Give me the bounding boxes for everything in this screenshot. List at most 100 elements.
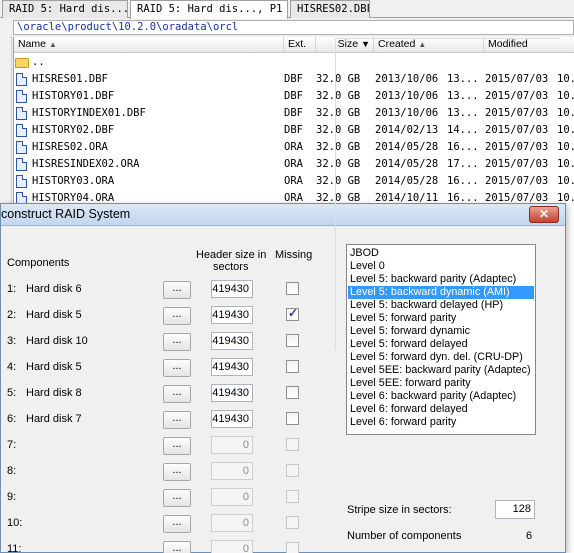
folder-icon: [15, 58, 29, 68]
missing-checkbox[interactable]: [286, 334, 299, 347]
tab-label: HISRES02.DBF: [297, 3, 370, 15]
browse-disk-button[interactable]: ...: [163, 489, 191, 507]
component-disk-name: Hard disk 10: [26, 335, 88, 347]
missing-checkbox: [286, 438, 299, 451]
file-name: HISTORY03.ORA: [32, 175, 115, 187]
component-disk-name: Hard disk 8: [26, 387, 82, 399]
raid-type-option[interactable]: Level 5: backward delayed (HP): [348, 299, 534, 312]
tab-hisres02-dbf[interactable]: HISRES02.DBF: [290, 0, 370, 18]
browse-disk-button[interactable]: ...: [163, 359, 191, 377]
missing-checkbox: [286, 490, 299, 503]
file-ext: ORA: [284, 175, 303, 187]
dialog-title: construct RAID System: [1, 207, 131, 221]
missing-checkbox: [286, 542, 299, 553]
stripe-size-label: Stripe size in sectors:: [347, 504, 452, 516]
component-index: 4:: [7, 361, 17, 373]
browse-disk-button[interactable]: ...: [163, 307, 191, 325]
file-name: ..: [32, 56, 45, 68]
raid-type-option[interactable]: Level 5: backward parity (Adaptec): [348, 273, 534, 286]
raid-type-option[interactable]: Level 5EE: forward parity: [348, 377, 534, 390]
component-disk-name: Hard disk 5: [26, 361, 82, 373]
missing-label: Missing: [275, 249, 313, 261]
path-bar[interactable]: \oracle\product\10.2.0\oradata\orcl: [13, 20, 574, 35]
file-ext: ORA: [284, 158, 303, 170]
missing-checkbox[interactable]: ✓: [286, 306, 299, 321]
raid-type-option[interactable]: Level 5EE: backward parity (Adaptec): [348, 364, 534, 377]
stripe-size-input[interactable]: 128: [495, 500, 535, 519]
file-ext: DBF: [284, 73, 303, 85]
header-size-input: 0: [211, 462, 253, 480]
missing-checkbox[interactable]: [286, 360, 299, 373]
component-index: 7:: [7, 439, 17, 451]
component-disk-name: Hard disk 7: [26, 413, 82, 425]
tab-raid5-disk[interactable]: RAID 5: Hard dis...: [2, 0, 128, 18]
file-icon: [16, 73, 27, 86]
file-icon: [16, 124, 27, 137]
tab-strip: RAID 5: Hard dis... RAID 5: Hard dis...,…: [0, 0, 574, 19]
raid-type-option[interactable]: Level 6: forward parity: [348, 416, 534, 429]
components-label: Components: [7, 257, 70, 269]
component-disk-name: Hard disk 5: [26, 309, 82, 321]
file-name: HISTORY02.DBF: [32, 124, 115, 136]
header-size-input[interactable]: 419430: [211, 384, 253, 402]
file-icon: [16, 175, 27, 188]
raid-type-option[interactable]: Level 6: backward parity (Adaptec): [348, 390, 534, 403]
file-name: HISRESINDEX02.ORA: [32, 158, 140, 170]
raid-type-option[interactable]: Level 5: forward delayed: [348, 338, 534, 351]
file-icon: [16, 158, 27, 171]
column-label: Name: [18, 38, 47, 50]
header-size-label-unit: sectors: [213, 261, 249, 273]
raid-type-option[interactable]: Level 5: backward dynamic (AMI): [348, 286, 534, 299]
tab-raid5-partition[interactable]: RAID 5: Hard dis..., P1: [130, 0, 288, 19]
file-icon: [16, 141, 27, 154]
header-size-input[interactable]: 419430: [211, 332, 253, 350]
raid-type-option[interactable]: Level 5: forward dynamic: [348, 325, 534, 338]
component-index: 9:: [7, 491, 17, 503]
sort-arrow-icon: ▲: [49, 40, 57, 49]
column-label: Ext.: [288, 38, 307, 50]
number-of-components-label: Number of components: [347, 530, 462, 542]
component-index: 11:: [7, 543, 22, 553]
header-size-input: 0: [211, 436, 253, 454]
header-size-input[interactable]: 419430: [211, 410, 253, 428]
browse-disk-button[interactable]: ...: [163, 411, 191, 429]
raid-type-option[interactable]: JBOD: [348, 247, 534, 260]
browse-disk-button[interactable]: ...: [163, 437, 191, 455]
browse-disk-button[interactable]: ...: [163, 541, 191, 553]
file-icon: [16, 107, 27, 120]
file-name: HISRES01.DBF: [32, 73, 108, 85]
header-size-input[interactable]: 419430: [211, 280, 253, 298]
component-index: 6:: [7, 413, 17, 425]
tab-label: RAID 5: Hard dis...: [9, 3, 128, 15]
header-size-input[interactable]: 419430: [211, 358, 253, 376]
column-ext-header[interactable]: Ext.: [284, 37, 316, 53]
browse-disk-button[interactable]: ...: [163, 515, 191, 533]
header-size-input[interactable]: 419430: [211, 306, 253, 324]
raid-type-option[interactable]: Level 5: forward dyn. del. (CRU-DP): [348, 351, 534, 364]
browse-disk-button[interactable]: ...: [163, 281, 191, 299]
component-disk-name: Hard disk 6: [26, 283, 82, 295]
checkmark-icon: ✓: [288, 306, 299, 320]
left-pane-strip: [0, 36, 12, 206]
raid-type-option[interactable]: Level 0: [348, 260, 534, 273]
file-ext: DBF: [284, 90, 303, 102]
file-name: HISRES02.ORA: [32, 141, 108, 153]
missing-checkbox[interactable]: [286, 386, 299, 399]
file-ext: ORA: [284, 141, 303, 153]
raid-type-list[interactable]: JBOD Level 0 Level 5: backward parity (Ada…: [346, 244, 536, 435]
header-size-input: 0: [211, 540, 253, 553]
raid-type-option[interactable]: Level 6: forward delayed: [348, 403, 534, 416]
raid-type-option[interactable]: Level 5: forward parity: [348, 312, 534, 325]
missing-checkbox[interactable]: [286, 282, 299, 295]
browse-disk-button[interactable]: ...: [163, 333, 191, 351]
browse-disk-button[interactable]: ...: [163, 385, 191, 403]
file-ext: DBF: [284, 107, 303, 119]
missing-checkbox[interactable]: [286, 412, 299, 425]
file-ext: DBF: [284, 124, 303, 136]
header-size-label: Header size in: [196, 249, 267, 261]
column-name-header[interactable]: Name ▲: [14, 37, 284, 53]
file-name: HISTORY01.DBF: [32, 90, 115, 102]
component-index: 2:: [7, 309, 17, 321]
browse-disk-button[interactable]: ...: [163, 463, 191, 481]
component-index: 10:: [7, 517, 23, 529]
